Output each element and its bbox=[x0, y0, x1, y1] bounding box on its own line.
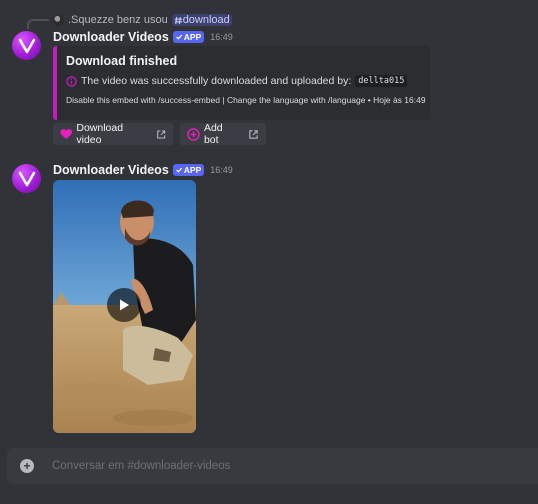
bot-avatar[interactable] bbox=[12, 164, 41, 193]
message-input[interactable] bbox=[52, 460, 482, 472]
message-header: Downloader Videos APP 16:49 bbox=[53, 29, 233, 45]
external-link-icon bbox=[156, 129, 165, 139]
username[interactable]: Downloader Videos bbox=[53, 30, 169, 44]
uploader-code: dellta015 bbox=[355, 75, 408, 87]
app-badge-label: APP bbox=[183, 165, 202, 175]
embed-description-text: The video was successfully downloaded an… bbox=[81, 75, 352, 87]
bot-logo-icon bbox=[18, 171, 35, 186]
play-button[interactable] bbox=[107, 288, 141, 322]
add-attachment-icon[interactable]: + bbox=[20, 459, 34, 473]
verified-check-icon bbox=[175, 34, 183, 40]
add-bot-button[interactable]: Add bot bbox=[180, 122, 266, 146]
add-bot-label: Add bot bbox=[203, 122, 223, 146]
reply-context[interactable]: .Squezze benz usou download bbox=[53, 12, 232, 28]
message-header: Downloader Videos APP 16:49 bbox=[53, 162, 233, 178]
slash-command-name: download bbox=[182, 14, 230, 26]
heart-icon bbox=[60, 129, 72, 139]
plus-circle-icon bbox=[187, 127, 200, 141]
app-badge: APP bbox=[172, 164, 205, 176]
reply-username[interactable]: .Squezze benz usou bbox=[68, 14, 168, 26]
success-embed: Download finished The video was successf… bbox=[53, 46, 430, 120]
timestamp[interactable]: 16:49 bbox=[210, 165, 233, 175]
slash-command-mention[interactable]: download bbox=[171, 14, 232, 26]
username[interactable]: Downloader Videos bbox=[53, 163, 169, 177]
download-video-label: Download video bbox=[76, 122, 124, 146]
video-attachment[interactable] bbox=[53, 180, 196, 433]
slash-command-icon bbox=[174, 16, 182, 24]
embed-description: The video was successfully downloaded an… bbox=[66, 75, 420, 87]
bot-logo-icon bbox=[18, 38, 35, 53]
info-icon bbox=[66, 75, 77, 87]
reply-spine bbox=[27, 19, 49, 29]
reply-avatar[interactable] bbox=[53, 14, 64, 26]
app-badge-label: APP bbox=[183, 32, 202, 42]
embed-footer: Disable this embed with /success-embed |… bbox=[66, 95, 426, 105]
external-link-icon bbox=[249, 129, 258, 139]
timestamp[interactable]: 16:49 bbox=[210, 32, 233, 42]
app-badge: APP bbox=[172, 31, 205, 43]
play-icon bbox=[120, 299, 129, 311]
embed-title: Download finished bbox=[66, 54, 178, 68]
bot-avatar[interactable] bbox=[12, 31, 41, 60]
message-composer: + bbox=[7, 448, 538, 484]
download-video-button[interactable]: Download video bbox=[53, 122, 173, 146]
verified-check-icon bbox=[175, 167, 183, 173]
